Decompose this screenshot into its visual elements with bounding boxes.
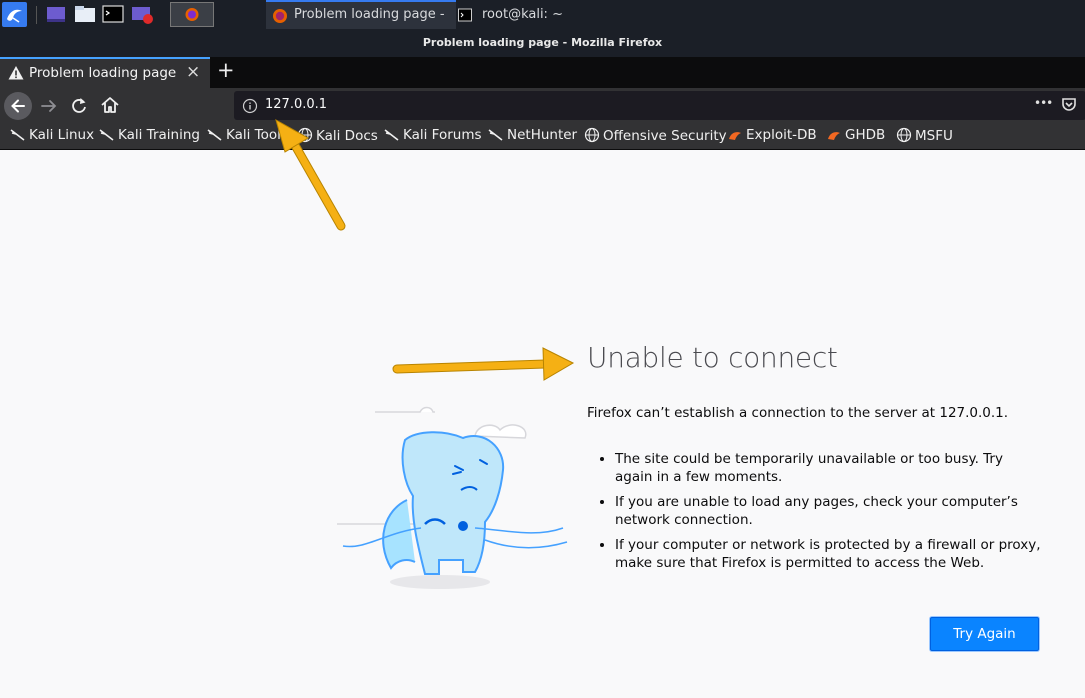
kali-dragon-icon — [99, 129, 114, 141]
forward-arrow-icon[interactable] — [38, 95, 60, 117]
bookmark-msfu[interactable]: MSFU — [896, 127, 953, 144]
kali-dragon-icon — [384, 129, 399, 141]
os-taskbar: Problem loading page - ... root@kali: ~ — [0, 0, 1085, 51]
exploit-db-icon — [828, 132, 840, 140]
kali-dragon-icon — [207, 129, 222, 141]
bookmark-nethunter[interactable]: NetHunter — [488, 127, 577, 143]
disconnected-dinosaur-illustration — [337, 406, 568, 589]
kali-dragon-icon — [488, 129, 503, 141]
bookmarks-toolbar: Kali Linux Kali Training Kali Tools Kali… — [0, 123, 1085, 150]
firefox-workspace-button[interactable] — [170, 2, 214, 27]
bookmark-kali-training[interactable]: Kali Training — [99, 127, 200, 143]
warning-icon — [8, 66, 24, 80]
error-page: Unable to connect Firefox can’t establis… — [0, 150, 1085, 698]
show-desktop-icon[interactable] — [44, 2, 68, 27]
bookmark-kali-forums[interactable]: Kali Forums — [384, 127, 482, 143]
tab-label: Problem loading page — [29, 65, 177, 81]
terminal-launcher-icon[interactable] — [101, 2, 125, 27]
bookmark-label: MSFU — [915, 128, 953, 144]
taskbar-task-terminal-label: root@kali: ~ — [482, 7, 563, 22]
navigation-toolbar: 127.0.0.1 ••• — [0, 88, 1085, 123]
tab-strip: Problem loading page × + — [0, 57, 1085, 88]
bookmark-exploit-db[interactable]: Exploit-DB — [727, 127, 817, 143]
error-suggestions-list: The site could be temporarily unavailabl… — [587, 450, 1042, 579]
reload-icon[interactable] — [68, 95, 90, 117]
bookmark-label: Offensive Security — [603, 128, 727, 144]
url-bar[interactable]: 127.0.0.1 ••• — [234, 91, 1085, 120]
file-manager-icon[interactable] — [73, 2, 97, 27]
exploit-db-icon — [729, 132, 741, 140]
error-description: Firefox can’t establish a connection to … — [587, 405, 1009, 421]
bookmark-kali-tools[interactable]: Kali Tools — [207, 127, 288, 143]
kali-dragon-icon — [10, 129, 25, 141]
window-title: Problem loading page - Mozilla Firefox — [0, 29, 1085, 57]
back-button[interactable] — [4, 92, 32, 120]
new-tab-button[interactable]: + — [217, 58, 235, 82]
home-icon[interactable] — [99, 94, 121, 116]
screen-recorder-icon[interactable] — [130, 2, 154, 27]
kali-menu-icon[interactable] — [2, 2, 27, 27]
list-item: If you are unable to load any pages, che… — [615, 493, 1042, 529]
list-item: The site could be temporarily unavailabl… — [615, 450, 1042, 486]
bookmark-label: Kali Linux — [29, 127, 95, 143]
globe-icon — [297, 127, 313, 143]
terminal-icon — [458, 8, 472, 22]
tab-problem-loading[interactable]: Problem loading page × — [0, 57, 210, 88]
bookmark-label: Kali Tools — [226, 127, 288, 143]
bookmark-ghdb[interactable]: GHDB — [826, 127, 885, 143]
info-icon[interactable] — [242, 98, 258, 114]
bookmark-label: Exploit-DB — [746, 127, 817, 143]
globe-icon — [896, 127, 912, 143]
tab-close-button[interactable]: × — [186, 62, 200, 82]
error-title: Unable to connect — [587, 341, 838, 374]
bookmark-kali-linux[interactable]: Kali Linux — [10, 127, 94, 143]
firefox-icon — [273, 9, 287, 23]
bookmark-label: NetHunter — [507, 127, 578, 143]
globe-icon — [584, 127, 600, 143]
bookmark-label: Kali Forums — [403, 127, 482, 143]
bookmark-label: GHDB — [845, 127, 886, 143]
page-actions-menu-icon[interactable]: ••• — [1034, 96, 1053, 110]
back-arrow-icon — [11, 99, 25, 113]
list-item: If your computer or network is protected… — [615, 536, 1042, 572]
bookmark-label: Kali Training — [118, 127, 200, 143]
try-again-button[interactable]: Try Again — [930, 617, 1039, 651]
taskbar-task-terminal[interactable]: root@kali: ~ — [458, 0, 608, 29]
url-text[interactable]: 127.0.0.1 — [265, 97, 327, 112]
bookmark-label: Kali Docs — [316, 128, 378, 144]
pocket-icon[interactable] — [1060, 96, 1078, 114]
taskbar-task-firefox[interactable]: Problem loading page - ... — [266, 0, 456, 51]
bookmark-kali-docs[interactable]: Kali Docs — [297, 127, 378, 144]
bookmark-offensive-security[interactable]: Offensive Security — [584, 127, 727, 144]
